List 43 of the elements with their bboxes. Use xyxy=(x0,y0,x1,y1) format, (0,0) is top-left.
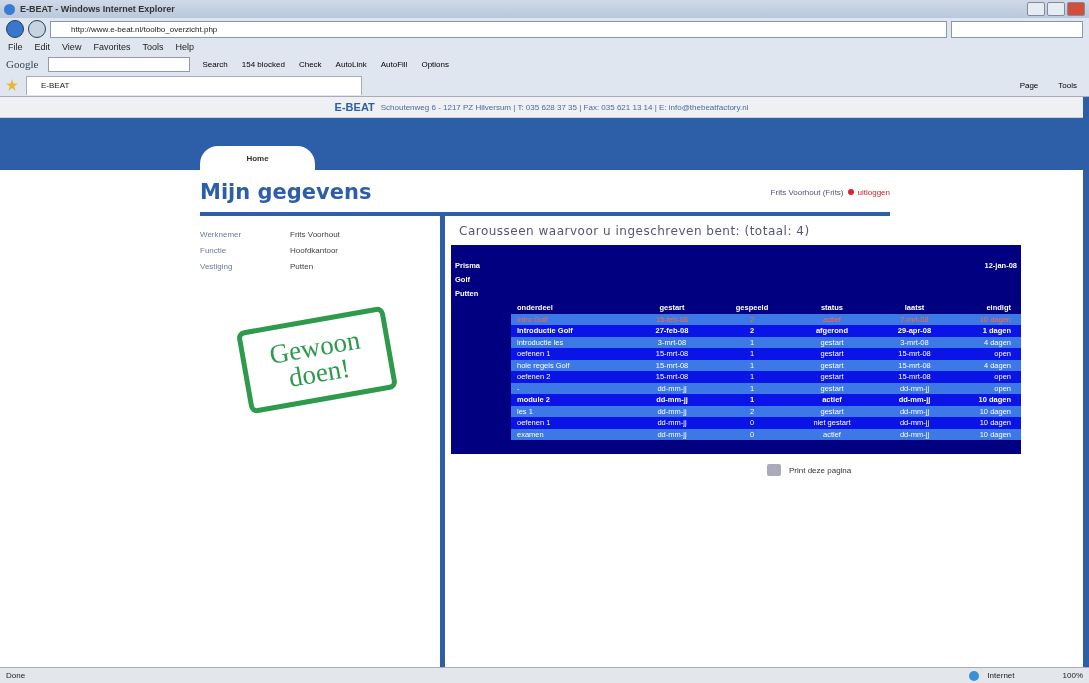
toolbar-button[interactable]: AutoFill xyxy=(378,59,410,69)
detail-label: Werknemer xyxy=(200,230,243,239)
site-logo: E-BEAT xyxy=(334,101,375,113)
bullet-icon xyxy=(847,189,854,195)
detail-value: Hoofdkantoor xyxy=(290,246,339,255)
stamp-logo: Gewoon doen! xyxy=(235,305,399,415)
address-field[interactable]: http://www.e-beat.nl/toolbo_overzicht.php xyxy=(50,20,947,38)
status-text: Done xyxy=(6,671,26,680)
menu-item[interactable]: Help xyxy=(175,42,194,52)
google-search-field[interactable] xyxy=(48,56,191,72)
command-button[interactable]: Page xyxy=(1013,79,1045,91)
toolbar-label: Google xyxy=(6,58,39,70)
menu-item[interactable]: Favorites xyxy=(93,42,131,52)
back-button[interactable] xyxy=(6,20,24,38)
detail-label: Functie xyxy=(200,246,228,255)
browser-tab[interactable]: E-BEAT xyxy=(26,75,362,95)
user-name: Frits Voorhout (Frits) xyxy=(770,187,844,197)
page-heading: Mijn gegevens xyxy=(200,180,372,204)
detail-value: Putten xyxy=(290,262,314,271)
toolbar-button[interactable]: Options xyxy=(419,59,451,69)
toolbar-button[interactable]: Check xyxy=(296,59,324,69)
command-button[interactable]: Tools xyxy=(1052,79,1083,91)
detail-value: Frits Voorhout xyxy=(290,230,340,239)
contact-info: Schoutenweg 6 - 1217 PZ Hilversum | T: 035 628 37 35 | Fax: 035 621 13 14 | E: info@thebeatfactory.nl xyxy=(380,102,749,112)
print-link[interactable]: Print deze pagina xyxy=(789,465,852,475)
zoom-level[interactable]: 100% xyxy=(1062,671,1083,680)
toolbar-button[interactable]: 154 blocked xyxy=(239,59,287,69)
section-title: Carousseen waarvoor u ingeschreven bent: (totaal: 4) xyxy=(459,224,811,238)
menu-item[interactable]: Edit xyxy=(34,42,51,52)
menu-item[interactable]: View xyxy=(62,42,82,52)
zone-label: Internet xyxy=(987,671,1015,680)
toolbar-button[interactable]: AutoLink xyxy=(333,59,369,69)
nav-tab[interactable]: Home xyxy=(200,146,315,170)
toolbar-button[interactable]: Search xyxy=(200,59,230,69)
window-title: E-BEAT - Windows Internet Explorer xyxy=(20,4,175,14)
forward-button[interactable] xyxy=(28,20,46,38)
minimize-button[interactable] xyxy=(1027,2,1045,16)
menu-item[interactable]: File xyxy=(8,42,23,52)
logout-link[interactable]: uitloggen xyxy=(857,187,890,197)
search-field[interactable] xyxy=(951,20,1083,38)
maximize-button[interactable] xyxy=(1047,2,1065,16)
menu-item[interactable]: Tools xyxy=(142,42,164,52)
detail-label: Vestiging xyxy=(200,262,234,271)
